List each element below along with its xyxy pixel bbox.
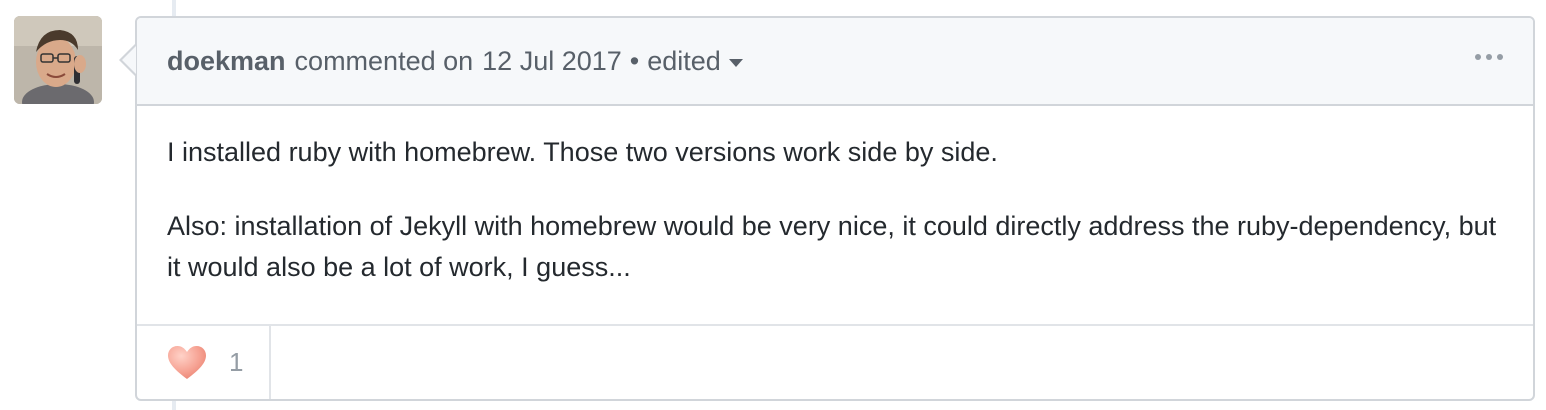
comment-paragraph: Also: installation of Jekyll with homebr… bbox=[167, 211, 1497, 282]
heart-icon bbox=[168, 345, 206, 379]
timeline: doekman commented on 12 Jul 2017 • edite… bbox=[0, 0, 1546, 410]
comment-header: doekman commented on 12 Jul 2017 • edite… bbox=[137, 18, 1533, 106]
edited-dropdown[interactable]: edited bbox=[647, 46, 743, 77]
comment-box: doekman commented on 12 Jul 2017 • edite… bbox=[135, 16, 1535, 401]
chevron-down-icon bbox=[728, 59, 743, 67]
comment-caret-inner bbox=[122, 46, 136, 74]
comment-date[interactable]: 12 Jul 2017 bbox=[482, 46, 622, 77]
comment-paragraph: I installed ruby with homebrew. Those tw… bbox=[167, 137, 998, 167]
comment-body: I installed ruby with homebrew. Those tw… bbox=[137, 106, 1533, 326]
author-link[interactable]: doekman bbox=[167, 46, 286, 77]
more-options-icon[interactable] bbox=[1475, 54, 1503, 60]
edited-label: edited bbox=[647, 45, 721, 76]
reaction-count: 1 bbox=[229, 347, 244, 377]
reaction-heart-button[interactable]: 1 bbox=[137, 326, 271, 399]
separator-dot: • bbox=[629, 45, 640, 76]
avatar-image bbox=[14, 16, 102, 104]
reactions-bar: 1 bbox=[137, 324, 1533, 399]
avatar[interactable] bbox=[14, 16, 102, 104]
comment-action: commented on bbox=[294, 45, 474, 76]
